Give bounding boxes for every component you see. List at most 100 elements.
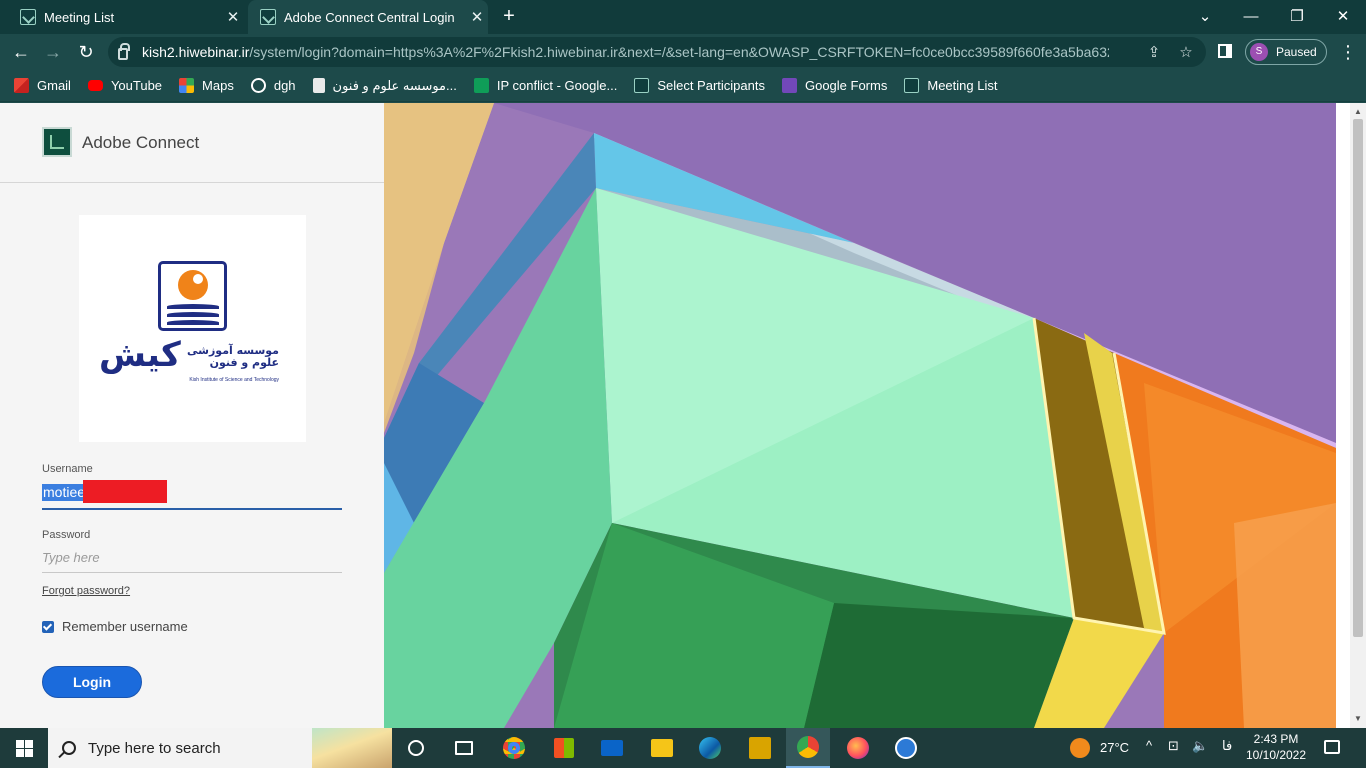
vertical-scrollbar[interactable]: ▲ ▼: [1350, 103, 1366, 728]
adobe-connect-icon: [904, 78, 920, 93]
weather-temperature[interactable]: 27°C: [1100, 740, 1129, 755]
tab-title: Adobe Connect Central Login: [284, 9, 455, 25]
forward-button[interactable]: →: [40, 39, 66, 65]
bookmark-dgh[interactable]: dgh: [250, 78, 296, 93]
bookmark-label: Gmail: [37, 78, 71, 93]
share-icon[interactable]: ⇪: [1144, 43, 1164, 63]
browser-window: Meeting List ✕ Adobe Connect Central Log…: [0, 0, 1366, 728]
redaction-box: [83, 480, 167, 503]
reload-button[interactable]: ↻: [73, 39, 99, 65]
bookmark-meeting-list[interactable]: Meeting List: [904, 78, 997, 93]
restore-button[interactable]: ❐: [1284, 4, 1310, 30]
scroll-up-arrow-icon[interactable]: ▲: [1354, 107, 1362, 116]
sun-shape: [178, 270, 208, 300]
bookmark-select-participants[interactable]: Select Participants: [634, 78, 765, 93]
minimize-button[interactable]: —: [1238, 4, 1264, 30]
institute-logo: کیش موسسه آموزشی علوم و فنون Kish Instit…: [79, 215, 306, 442]
bookmark-label: Meeting List: [927, 78, 998, 93]
institute-name: کیش موسسه آموزشی علوم و فنون: [99, 335, 289, 381]
bookmark-gmail[interactable]: Gmail: [14, 78, 71, 93]
microsoft-store-icon[interactable]: [542, 728, 586, 768]
background-artwork: [384, 103, 1336, 728]
back-button[interactable]: ←: [8, 39, 34, 65]
volume-icon[interactable]: 🔈: [1192, 738, 1208, 754]
tab-meeting-list[interactable]: Meeting List ✕: [8, 0, 244, 34]
edge-icon[interactable]: [688, 728, 732, 768]
bookmark-maps[interactable]: Maps: [179, 78, 234, 93]
avatar: S: [1250, 43, 1268, 61]
tab-strip: Meeting List ✕ Adobe Connect Central Log…: [0, 0, 1366, 34]
notifications-icon[interactable]: [1324, 740, 1340, 754]
app-s-icon[interactable]: [884, 728, 928, 768]
close-window-button[interactable]: ✕: [1330, 4, 1356, 30]
snipping-tool-icon[interactable]: [738, 728, 782, 768]
cortana-icon[interactable]: [394, 728, 438, 768]
bookmark-label: dgh: [273, 78, 296, 93]
bookmark-google-forms[interactable]: Google Forms: [781, 78, 888, 93]
globe-icon: [250, 78, 266, 93]
password-input[interactable]: Type here: [42, 545, 342, 573]
language-indicator[interactable]: فا: [1222, 738, 1232, 754]
username-label: Username: [42, 463, 93, 475]
forgot-password-link[interactable]: Forgot password?: [42, 585, 130, 597]
adobe-connect-logo-icon: [42, 127, 72, 157]
task-view-icon[interactable]: [442, 728, 486, 768]
bookmarks-bar: Gmail YouTube Maps dgh موسسه علوم و فنون…: [0, 70, 1366, 102]
page-content: Adobe Connect کیش موسسه آموزشی علوم و فن…: [0, 103, 1366, 728]
address-bar[interactable]: kish2.hiwebinar.ir /system/login?domain=…: [108, 37, 1206, 67]
password-label: Password: [42, 529, 91, 541]
network-icon[interactable]: ⊡: [1168, 738, 1179, 754]
side-panel-icon[interactable]: [1218, 44, 1232, 58]
institute-english-name: Kish Institute of Science and Technology: [189, 377, 279, 383]
tab-title: Meeting List: [44, 9, 115, 25]
username-value: motiee: [42, 484, 87, 501]
search-icon: [62, 741, 76, 755]
firefox-icon[interactable]: [836, 728, 880, 768]
windows-logo-icon: [16, 749, 24, 757]
windows-logo-icon: [16, 740, 24, 748]
username-input[interactable]: motiee: [42, 480, 342, 510]
adobe-connect-icon: [260, 9, 276, 25]
profile-button[interactable]: S Paused: [1245, 39, 1327, 65]
weather-sun-icon[interactable]: [1070, 738, 1090, 758]
menu-icon[interactable]: ⋮: [1338, 41, 1358, 63]
bookmark-label: Google Forms: [804, 78, 888, 93]
mail-icon[interactable]: [590, 728, 634, 768]
bookmark-institute[interactable]: موسسه علوم و فنون...: [312, 78, 457, 94]
chrome-icon[interactable]: [492, 728, 536, 768]
windows-logo-icon: [25, 749, 33, 757]
institute-emblem-icon: [158, 261, 227, 331]
file-explorer-icon[interactable]: [640, 728, 684, 768]
bookmark-ip-conflict[interactable]: IP conflict - Google...: [473, 78, 618, 93]
lock-icon[interactable]: [118, 43, 130, 60]
tray-chevron-icon[interactable]: ^: [1146, 738, 1152, 753]
scroll-down-arrow-icon[interactable]: ▼: [1354, 714, 1362, 723]
bookmark-star-icon[interactable]: ☆: [1176, 43, 1196, 63]
login-panel: Adobe Connect کیش موسسه آموزشی علوم و فن…: [0, 103, 384, 728]
clock-time: 2:43 PM: [1253, 732, 1299, 746]
search-highlight-image: [312, 728, 392, 768]
start-button[interactable]: [0, 728, 48, 768]
remember-username-checkbox[interactable]: [42, 621, 54, 633]
app-header: Adobe Connect: [0, 103, 384, 183]
tab-search-button[interactable]: ⌄: [1192, 4, 1218, 30]
close-icon[interactable]: ✕: [466, 8, 488, 26]
bookmark-label: IP conflict - Google...: [496, 78, 618, 93]
url-host: kish2.hiwebinar.ir: [142, 44, 250, 60]
windows-taskbar: Type here to search 27°C ^ ⊡ 🔈 فا 2:43 P…: [0, 728, 1366, 768]
chrome-profile-icon[interactable]: [786, 728, 830, 768]
close-icon[interactable]: ✕: [222, 8, 244, 26]
bookmark-youtube[interactable]: YouTube: [87, 78, 162, 93]
login-button[interactable]: Login: [42, 666, 142, 698]
taskbar-search-box[interactable]: Type here to search: [48, 728, 392, 768]
browser-toolbar: ← → ↻ kish2.hiwebinar.ir /system/login?d…: [0, 34, 1366, 70]
scroll-thumb[interactable]: [1353, 119, 1363, 637]
wave-shape: [167, 320, 219, 325]
system-clock[interactable]: 2:43 PM 10/10/2022: [1236, 731, 1316, 763]
sheets-icon: [473, 78, 489, 93]
search-placeholder: Type here to search: [88, 739, 221, 757]
new-tab-button[interactable]: +: [497, 5, 521, 29]
tab-adobe-connect-login[interactable]: Adobe Connect Central Login ✕: [248, 0, 488, 34]
clock-date: 10/10/2022: [1245, 748, 1307, 762]
page-icon: [312, 78, 325, 93]
